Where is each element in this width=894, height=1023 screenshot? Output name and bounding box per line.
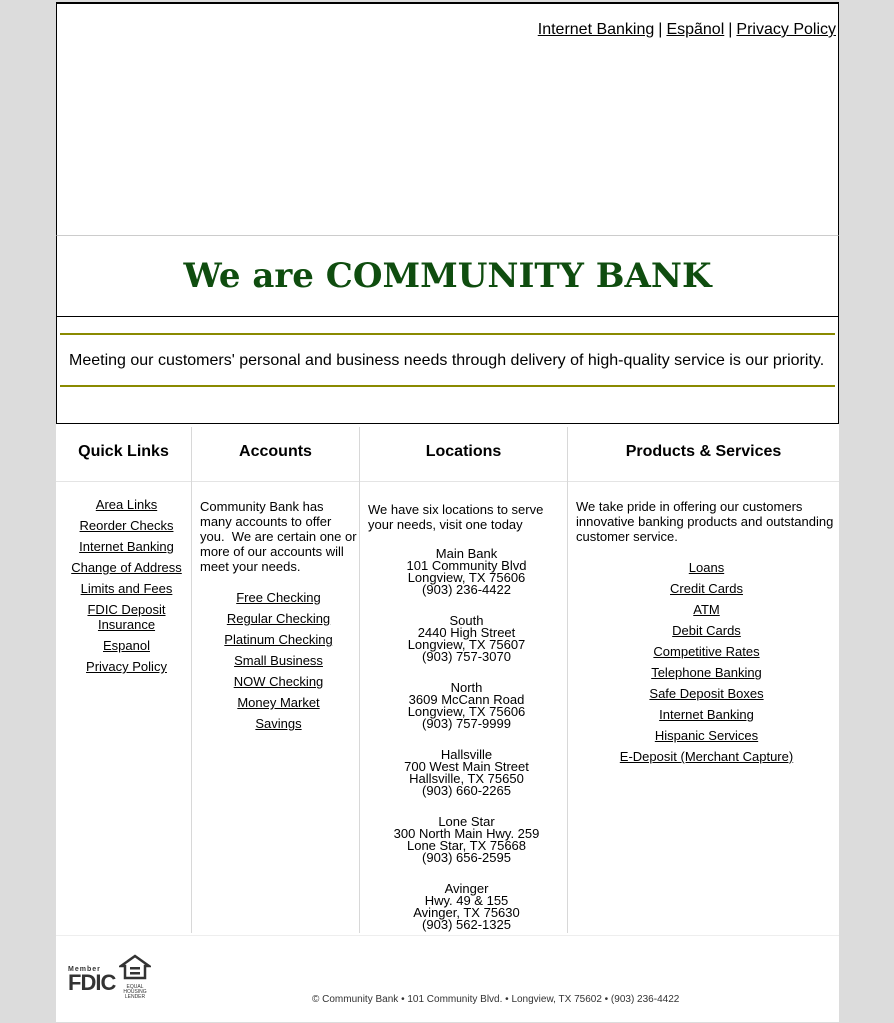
products-intro: We take pride in offering our customers … (576, 499, 834, 544)
mission-statement: Meeting our customers' personal and busi… (69, 352, 825, 369)
quick-link-privacy-policy[interactable]: Privacy Policy (86, 659, 167, 674)
spacer-box (56, 402, 839, 424)
location-item: Main Bank 101 Community Blvd Longview, T… (368, 547, 565, 597)
product-link-e-deposit[interactable]: E-Deposit (Merchant Capture) (620, 749, 793, 764)
divider (192, 481, 359, 482)
products-body: We take pride in offering our customers … (576, 499, 837, 770)
location-item: Avinger Hwy. 49 & 155 Avinger, TX 75630 … (368, 882, 565, 932)
products-column: Products & Services We take pride in off… (568, 427, 839, 933)
account-link-small-business[interactable]: Small Business (234, 653, 323, 668)
equal-housing-lender-text: EQUAL HOUSING LENDER (123, 984, 147, 1000)
location-item: Hallsville 700 West Main Street Hallsvil… (368, 748, 565, 798)
fdic-text: FDIC (68, 970, 116, 995)
accounts-body: Community Bank has many accounts to offe… (200, 499, 357, 737)
locations-heading: Locations (425, 443, 502, 460)
equal-housing-lender-icon: EQUAL HOUSING LENDER (117, 954, 153, 1000)
product-link-atm[interactable]: ATM (693, 602, 719, 617)
product-link-telephone-banking[interactable]: Telephone Banking (651, 665, 762, 680)
accounts-list: Free Checking Regular Checking Platinum … (200, 590, 357, 731)
internet-banking-link[interactable]: Internet Banking (538, 21, 655, 38)
location-item: South 2440 High Street Longview, TX 7560… (368, 614, 565, 664)
location-phone: (903) 236-4422 (422, 582, 511, 597)
separator: | (658, 21, 663, 38)
content-columns: Quick Links Area Links Reorder Checks In… (56, 427, 839, 933)
product-link-debit-cards[interactable]: Debit Cards (672, 623, 741, 638)
locations-intro: We have six locations to serve your need… (368, 502, 544, 532)
divider (568, 481, 839, 482)
product-link-safe-deposit-boxes[interactable]: Safe Deposit Boxes (649, 686, 763, 701)
mission-box: Meeting our customers' personal and busi… (56, 316, 839, 403)
product-link-competitive-rates[interactable]: Competitive Rates (653, 644, 759, 659)
quick-link-reorder-checks[interactable]: Reorder Checks (80, 518, 174, 533)
products-list: Loans Credit Cards ATM Debit Cards Compe… (576, 560, 837, 764)
quick-links-list: Area Links Reorder Checks Internet Banki… (64, 497, 189, 680)
account-link-savings[interactable]: Savings (255, 716, 301, 731)
location-item: North 3609 McCann Road Longview, TX 7560… (368, 681, 565, 731)
product-link-credit-cards[interactable]: Credit Cards (670, 581, 743, 596)
quick-link-area-links[interactable]: Area Links (96, 497, 157, 512)
quick-link-internet-banking[interactable]: Internet Banking (79, 539, 174, 554)
divider (60, 385, 835, 387)
account-link-regular-checking[interactable]: Regular Checking (227, 611, 330, 626)
footer: Member FDIC EQUAL HOUSING LENDER © Commu… (56, 935, 839, 1022)
quick-link-fdic-deposit-insurance[interactable]: FDIC Deposit Insurance (87, 602, 165, 632)
fdic-logo: Member FDIC (68, 966, 116, 995)
divider (60, 333, 835, 335)
account-link-money-market[interactable]: Money Market (237, 695, 319, 710)
locations-column: Locations We have six locations to serve… (360, 427, 568, 933)
product-link-loans[interactable]: Loans (689, 560, 724, 575)
products-heading: Products & Services (625, 443, 782, 460)
location-phone: (903) 757-3070 (422, 649, 511, 664)
account-link-free-checking[interactable]: Free Checking (236, 590, 321, 605)
top-links: Internet Banking | Espãnol | Privacy Policy (538, 21, 836, 39)
accounts-heading: Accounts (239, 443, 312, 460)
accounts-column: Accounts Community Bank has many account… (192, 427, 360, 933)
location-phone: (903) 660-2265 (422, 783, 511, 798)
page-title: We are COMMUNITY BANK (183, 256, 712, 296)
title-box: We are COMMUNITY BANK (56, 235, 839, 317)
quick-link-limits-and-fees[interactable]: Limits and Fees (81, 581, 173, 596)
product-link-hispanic-services[interactable]: Hispanic Services (655, 728, 758, 743)
privacy-policy-link[interactable]: Privacy Policy (736, 21, 836, 38)
house-icon (117, 954, 153, 980)
location-item: Lone Star 300 North Main Hwy. 259 Lone S… (368, 815, 565, 865)
accounts-intro: Community Bank has many accounts to offe… (200, 499, 361, 574)
quick-link-espanol[interactable]: Espanol (103, 638, 150, 653)
copyright: © Community Bank • 101 Community Blvd. •… (312, 994, 680, 1005)
divider (56, 481, 191, 482)
espanol-link[interactable]: Espãnol (666, 21, 724, 38)
locations-body: We have six locations to serve your need… (368, 502, 565, 931)
quick-links-heading: Quick Links (78, 443, 169, 460)
location-phone: (903) 757-9999 (422, 716, 511, 731)
location-phone: (903) 656-2595 (422, 850, 511, 865)
header-banner: Internet Banking | Espãnol | Privacy Policy (56, 2, 839, 237)
quick-link-change-of-address[interactable]: Change of Address (71, 560, 182, 575)
separator: | (728, 21, 733, 38)
location-phone: (903) 562-1325 (422, 917, 511, 932)
page: Internet Banking | Espãnol | Privacy Policy … (56, 2, 839, 1022)
product-link-internet-banking[interactable]: Internet Banking (659, 707, 754, 722)
account-link-platinum-checking[interactable]: Platinum Checking (224, 632, 332, 647)
divider (360, 481, 567, 482)
quick-links-column: Quick Links Area Links Reorder Checks In… (56, 427, 192, 933)
account-link-now-checking[interactable]: NOW Checking (234, 674, 324, 689)
